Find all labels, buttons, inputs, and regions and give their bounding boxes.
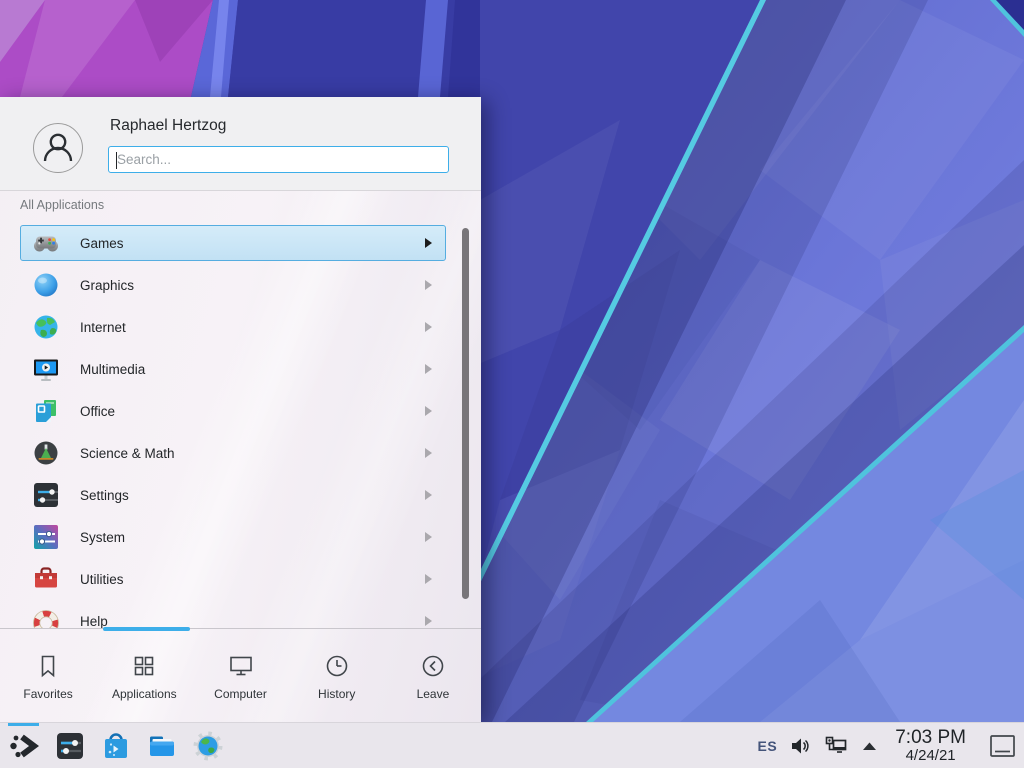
category-row-system[interactable]: System xyxy=(20,519,446,555)
dolphin-folder-icon xyxy=(146,730,178,762)
flask-icon xyxy=(32,439,60,467)
system-tray: ES 7:03 PM 4/24/21 xyxy=(758,728,1016,764)
clock-icon xyxy=(323,652,351,680)
search-input[interactable] xyxy=(117,148,437,171)
discover-launcher[interactable] xyxy=(100,730,132,762)
submenu-arrow-icon xyxy=(425,364,432,374)
tab-favorites[interactable]: Favorites xyxy=(0,629,96,722)
tab-label: Favorites xyxy=(23,687,72,701)
submenu-arrow-icon xyxy=(425,238,432,248)
show-desktop-button[interactable] xyxy=(989,734,1016,758)
gamepad-icon xyxy=(32,229,60,257)
section-label: All Applications xyxy=(20,198,104,212)
keyboard-layout-indicator[interactable]: ES xyxy=(758,738,778,754)
clock-time: 7:03 PM xyxy=(895,728,966,748)
taskbar: ES 7:03 PM 4/24/21 xyxy=(0,722,1024,768)
launcher-header: Raphael Hertzog xyxy=(0,97,481,191)
tab-leave[interactable]: Leave xyxy=(385,629,481,722)
launcher-tab-bar: Favorites Applications Computer xyxy=(0,628,481,722)
computer-icon xyxy=(227,652,255,680)
user-icon xyxy=(34,124,82,172)
category-label: Games xyxy=(80,236,124,251)
leave-icon xyxy=(419,652,447,680)
category-label: Utilities xyxy=(80,572,124,587)
sliders-dark-icon xyxy=(32,481,60,509)
digital-clock[interactable]: 7:03 PM 4/24/21 xyxy=(895,728,966,764)
submenu-arrow-icon xyxy=(425,448,432,458)
desktop: Raphael Hertzog All Applications Games xyxy=(0,0,1024,768)
launcher-active-indicator xyxy=(8,723,39,726)
dolphin-launcher[interactable] xyxy=(146,730,178,762)
discover-icon xyxy=(100,730,132,762)
submenu-arrow-icon xyxy=(425,532,432,542)
category-row-office[interactable]: Office xyxy=(20,393,446,429)
category-row-multimedia[interactable]: Multimedia xyxy=(20,351,446,387)
system-settings-icon xyxy=(54,730,86,762)
category-label: Help xyxy=(80,614,108,629)
list-scrollbar[interactable] xyxy=(462,228,469,599)
bookmark-icon xyxy=(34,652,62,680)
tab-history[interactable]: History xyxy=(289,629,385,722)
lifebuoy-icon xyxy=(32,607,60,628)
category-row-science-math[interactable]: Science & Math xyxy=(20,435,446,471)
category-row-utilities[interactable]: Utilities xyxy=(20,561,446,597)
blue-sphere-icon xyxy=(32,271,60,299)
tab-label: Applications xyxy=(112,687,177,701)
app-launcher-button[interactable] xyxy=(8,730,40,762)
browser-launcher[interactable] xyxy=(192,730,224,762)
category-label: Settings xyxy=(80,488,129,503)
user-avatar[interactable] xyxy=(33,123,83,173)
sliders-color-icon xyxy=(32,523,60,551)
system-settings-launcher[interactable] xyxy=(54,730,86,762)
clock-date: 4/24/21 xyxy=(895,748,966,764)
category-row-internet[interactable]: Internet xyxy=(20,309,446,345)
submenu-arrow-icon xyxy=(425,574,432,584)
search-field[interactable] xyxy=(108,146,449,173)
kickoff-icon xyxy=(8,730,40,762)
expand-tray-arrow-icon[interactable] xyxy=(861,740,878,752)
grid-icon xyxy=(130,652,158,680)
submenu-arrow-icon xyxy=(425,616,432,626)
tab-label: History xyxy=(318,687,355,701)
submenu-arrow-icon xyxy=(425,490,432,500)
tab-label: Leave xyxy=(417,687,450,701)
submenu-arrow-icon xyxy=(425,406,432,416)
tab-computer[interactable]: Computer xyxy=(192,629,288,722)
category-row-help[interactable]: Help xyxy=(20,603,446,628)
active-tab-indicator xyxy=(103,627,190,631)
category-row-graphics[interactable]: Graphics xyxy=(20,267,446,303)
monitor-play-icon xyxy=(32,355,60,383)
category-label: System xyxy=(80,530,125,545)
category-label: Graphics xyxy=(80,278,134,293)
submenu-arrow-icon xyxy=(425,322,432,332)
toolbox-icon xyxy=(32,565,60,593)
category-label: Science & Math xyxy=(80,446,175,461)
globe-icon xyxy=(32,313,60,341)
category-row-settings[interactable]: Settings xyxy=(20,477,446,513)
documents-icon xyxy=(32,397,60,425)
volume-icon[interactable] xyxy=(790,736,811,756)
tab-label: Computer xyxy=(214,687,267,701)
application-category-list: Games Graphics xyxy=(20,225,446,628)
tab-applications[interactable]: Applications xyxy=(96,629,192,722)
category-label: Office xyxy=(80,404,115,419)
category-row-games[interactable]: Games xyxy=(20,225,446,261)
category-label: Internet xyxy=(80,320,126,335)
application-launcher-popup: Raphael Hertzog All Applications Games xyxy=(0,97,481,722)
network-icon[interactable] xyxy=(824,735,848,757)
user-name: Raphael Hertzog xyxy=(110,117,226,135)
submenu-arrow-icon xyxy=(425,280,432,290)
browser-globe-icon xyxy=(192,730,224,762)
category-label: Multimedia xyxy=(80,362,145,377)
